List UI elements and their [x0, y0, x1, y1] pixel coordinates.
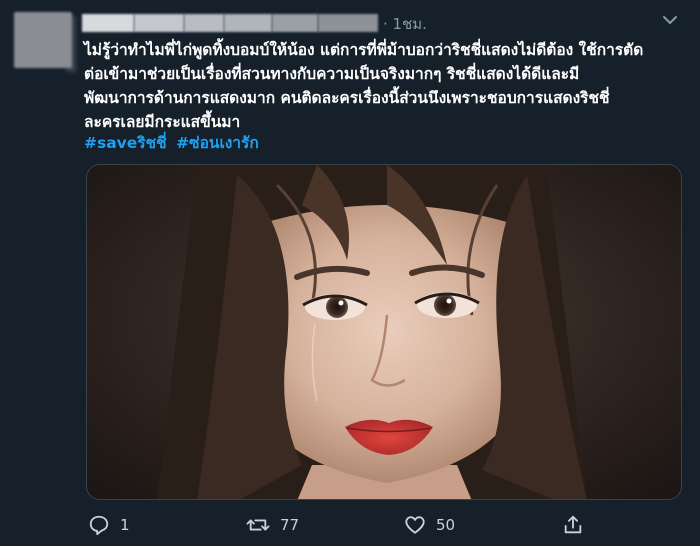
chevron-down-icon[interactable]	[660, 10, 680, 30]
retweet-count: 77	[280, 516, 300, 534]
share-button[interactable]	[562, 512, 584, 538]
tweet[interactable]: · 1ชม. ไม่รู้ว่าทำไมพี่ไก่พูดทิ้งบอมบ์ให…	[0, 0, 700, 546]
hashtags: #saveริชชี่ #ซ่อนเงารัก	[84, 132, 263, 154]
portrait-photo	[87, 165, 681, 499]
share-icon	[562, 514, 584, 536]
heart-icon	[404, 514, 426, 536]
tweet-text-line: ต่อเข้ามาช่วยเป็นเรื่องที่สวนทางกับความเ…	[84, 65, 580, 83]
like-count: 50	[436, 516, 456, 534]
tweet-actions: 1 77 50	[84, 512, 684, 538]
retweet-icon	[246, 514, 270, 536]
tweet-text-line: ละครเลยมีกระแสขึ้นมา	[84, 113, 241, 131]
reply-count: 1	[120, 516, 130, 534]
tweet-text-line: ไม่รู้ว่าทำไมพี่ไก่พูดทิ้งบอมบ์ให้น้อง แ…	[84, 41, 644, 59]
tweet-text-line: พัฒนาการด้านการแสดงมาก คนติดละครเรื่องนี…	[84, 89, 610, 107]
tweet-photo[interactable]	[86, 164, 682, 500]
reply-button[interactable]: 1	[88, 512, 130, 538]
tweet-timestamp[interactable]: · 1ชม.	[383, 12, 427, 36]
retweet-button[interactable]: 77	[246, 512, 299, 538]
hashtag-link[interactable]: #ซ่อนเงารัก	[176, 134, 259, 152]
tweet-text: ไม่รู้ว่าทำไมพี่ไก่พูดทิ้งบอมบ์ให้น้อง แ…	[84, 38, 684, 134]
redacted-author-name[interactable]	[82, 14, 378, 32]
like-button[interactable]: 50	[404, 512, 455, 538]
avatar[interactable]	[14, 12, 72, 68]
reply-icon	[88, 514, 110, 536]
hashtag-link[interactable]: #saveริชชี่	[84, 134, 167, 152]
